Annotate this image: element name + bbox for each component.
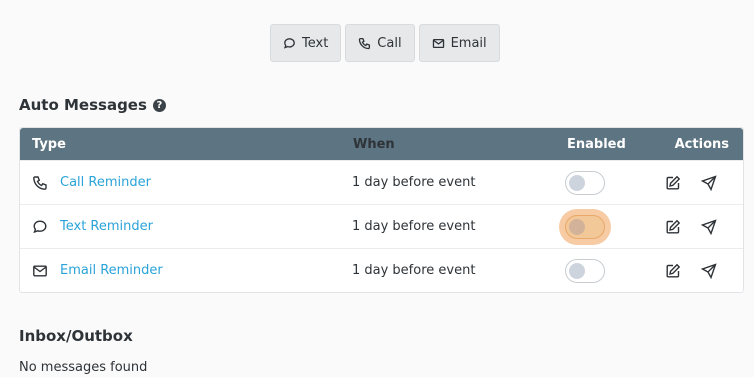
phone-icon: [359, 37, 371, 49]
call-reminder-link[interactable]: Call Reminder: [60, 175, 151, 190]
edit-icon[interactable]: [665, 263, 681, 279]
text-reminder-link[interactable]: Text Reminder: [60, 219, 153, 234]
table-row: Text Reminder 1 day before event: [20, 204, 743, 248]
empty-state-text: No messages found: [19, 360, 148, 375]
chat-bubble-icon: [33, 219, 47, 233]
auto-messages-title: Auto Messages: [19, 96, 147, 114]
column-header-enabled: Enabled: [567, 136, 626, 152]
enabled-toggle[interactable]: [565, 170, 606, 195]
auto-messages-table: Type When Enabled Actions Call Reminder …: [19, 127, 744, 293]
edit-icon[interactable]: [665, 175, 681, 191]
phone-icon: [33, 175, 47, 190]
send-icon[interactable]: [701, 174, 717, 191]
inbox-outbox-heading: Inbox/Outbox: [19, 327, 133, 345]
send-icon[interactable]: [701, 262, 717, 279]
email-button[interactable]: Email: [418, 24, 500, 62]
when-cell: 1 day before event: [351, 175, 476, 190]
text-button[interactable]: Text: [270, 24, 342, 62]
call-button-label: Call: [377, 35, 402, 51]
toggle-knob: [569, 262, 586, 279]
email-reminder-link[interactable]: Email Reminder: [60, 263, 163, 278]
table-header: Type When Enabled Actions: [20, 128, 743, 160]
edit-icon[interactable]: [665, 219, 681, 235]
when-cell: 1 day before event: [351, 263, 476, 278]
toggle-knob: [569, 174, 586, 191]
text-button-label: Text: [302, 35, 329, 51]
table-row: Call Reminder 1 day before event: [20, 160, 743, 204]
table-row: Email Reminder 1 day before event: [20, 248, 743, 292]
send-icon[interactable]: [701, 218, 717, 235]
column-header-when: When: [353, 136, 395, 152]
when-cell: 1 day before event: [351, 219, 476, 234]
enabled-toggle[interactable]: [565, 258, 606, 283]
column-header-type: Type: [32, 136, 66, 152]
column-header-actions: Actions: [674, 136, 729, 152]
enabled-toggle[interactable]: [565, 214, 606, 239]
email-button-label: Email: [450, 35, 487, 51]
envelope-icon: [432, 38, 444, 48]
toggle-knob: [569, 218, 586, 235]
call-button[interactable]: Call: [345, 24, 415, 62]
inbox-outbox-title: Inbox/Outbox: [19, 327, 133, 345]
compose-button-group: Text Call Email: [270, 24, 500, 62]
help-icon[interactable]: ?: [152, 98, 166, 112]
auto-messages-heading: Auto Messages ?: [19, 96, 166, 114]
chat-bubble-icon: [283, 37, 295, 49]
envelope-icon: [33, 265, 47, 277]
